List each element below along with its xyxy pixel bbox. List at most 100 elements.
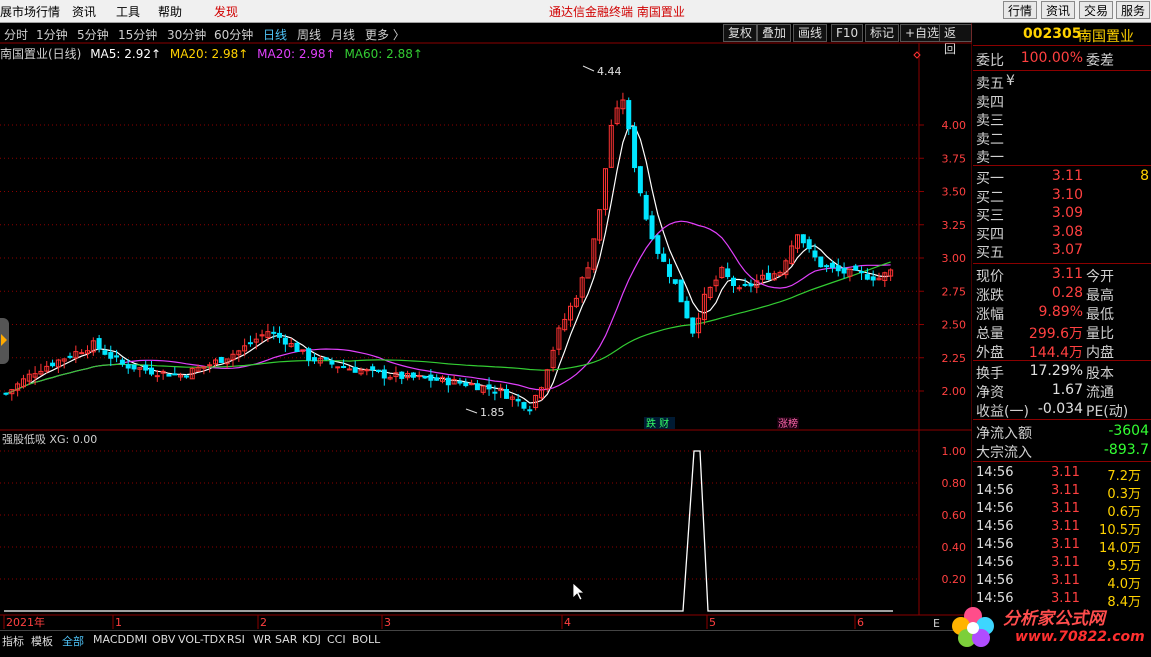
candle-body: [864, 274, 870, 280]
candle-body: [50, 362, 56, 367]
quote-stat-label2: 量比: [1086, 326, 1114, 342]
indicator-tab-1[interactable]: 模板: [31, 633, 53, 649]
buy-level-volume: 8: [1140, 168, 1149, 184]
candle-body: [859, 271, 865, 274]
candle-body: [282, 337, 288, 345]
top-button-news[interactable]: 资讯: [1041, 1, 1076, 19]
quote-stat-label2: 最低: [1086, 307, 1114, 323]
candle-body: [800, 234, 806, 244]
candle-body: [323, 357, 329, 360]
candle-body: [131, 364, 137, 370]
quote-stat-label2: 内盘: [1086, 345, 1114, 361]
candle-body: [399, 371, 405, 379]
event-label-rank[interactable]: 涨榜: [777, 417, 799, 430]
top-button-service[interactable]: 服务: [1116, 1, 1151, 19]
tick-row: 14:56 3.11 14.0万: [973, 537, 1151, 556]
quote-stat-label: 净资: [976, 385, 1004, 401]
indicator-tab-9[interactable]: SAR: [275, 633, 297, 646]
candle-body: [632, 126, 638, 169]
candle-body: [870, 276, 876, 281]
side-expand-handle[interactable]: [0, 318, 9, 364]
candle-body: [748, 283, 754, 287]
sell-level-price: ¥: [1006, 73, 1015, 89]
quote-panel: 002305 南国置业 委比 100.00% 委差 卖五 ¥ 卖四 卖三 卖二 卖一 买一…: [973, 23, 1151, 635]
quote-stat-label2: 股本: [1086, 366, 1114, 382]
fund-flow-label: 净流入额: [976, 426, 1032, 442]
price-axis: 4.00 3.75 3.50 3.25 3.00 2.75 2.50 2.25 2.00: [919, 119, 966, 398]
indicator-tab-12[interactable]: BOLL: [352, 633, 380, 646]
indicator-tab-8[interactable]: WR: [253, 633, 272, 646]
candle-body: [829, 262, 835, 268]
quote-stat-label2: 流通: [1086, 385, 1114, 401]
quote-stat-row: 收益(一) -0.034 PE(动): [973, 401, 1151, 420]
fund-flow-value: -893.7: [1103, 442, 1149, 458]
mouse-cursor-icon: [572, 582, 586, 601]
y-tick-label: 2.75: [942, 285, 967, 298]
site-watermark: 分析家公式网 www.70822.com: [945, 598, 1145, 654]
buy-level-price: 3.09: [1051, 205, 1083, 222]
tick-volume: 7.2万: [1107, 469, 1141, 484]
tick-row: 14:56 3.11 0.6万: [973, 501, 1151, 520]
tick-time: 14:56: [976, 537, 1014, 552]
indicator-tab-2[interactable]: 全部: [62, 633, 84, 649]
indicator-tab-7[interactable]: RSI: [227, 633, 245, 646]
buy-level-label: 买三: [976, 208, 1004, 225]
candle-body: [661, 253, 667, 262]
tick-time: 14:56: [976, 483, 1014, 498]
quote-stat-label: 收益(一): [976, 404, 1029, 420]
candle-body: [731, 277, 736, 286]
price-grid: [0, 124, 919, 392]
candle-body: [346, 368, 352, 371]
candle-body: [841, 267, 847, 274]
candle-body: [341, 366, 347, 369]
chart-canvas[interactable]: 4.00 3.75 3.50 3.25 3.00 2.75 2.50 2.25 2.00 4.4…: [0, 0, 972, 630]
buy-level-label: 买一: [976, 171, 1004, 187]
indicator-tab-bar: 指标 模板 全部 MACD DMI OBV VOL-TDX RSI WR SAR KDJ CCI BOL…: [0, 630, 972, 649]
indicator-tab-10[interactable]: KDJ: [302, 633, 321, 646]
event-label-fin[interactable]: 跌 财: [644, 417, 675, 430]
candle-body: [375, 369, 381, 372]
indicator-tab-11[interactable]: CCI: [327, 633, 346, 646]
quote-stat-label: 外盘: [976, 345, 1004, 361]
top-button-trade[interactable]: 交易: [1079, 1, 1114, 19]
candle-body: [725, 268, 731, 278]
buy-level-label: 买二: [976, 189, 1004, 206]
quote-stat-row: 外盘 144.4万 内盘: [973, 342, 1151, 361]
candle-body: [207, 364, 213, 367]
candle-body: [143, 364, 149, 371]
quote-stat-value: 144.4万: [1028, 345, 1083, 361]
buy-level-label: 买四: [976, 226, 1004, 243]
quote-stat-label2: PE(动): [1086, 404, 1129, 420]
candle-body: [96, 338, 102, 350]
quote-stat-row: 总量 299.6万 量比: [973, 323, 1151, 342]
candle-body: [486, 384, 492, 390]
indicator-tab-3[interactable]: MACD: [93, 633, 126, 646]
y-tick-label: 2.00: [942, 385, 967, 398]
tick-time: 14:56: [976, 573, 1014, 588]
candle-body: [457, 381, 463, 384]
candle-body: [445, 377, 451, 386]
quote-stat-label: 总量: [976, 326, 1004, 342]
candle-body: [311, 357, 317, 362]
tick-price: 3.11: [1051, 483, 1080, 498]
quote-stat-row: 涨跌 0.28 最高: [973, 285, 1151, 304]
tick-volume: 10.5万: [1099, 523, 1141, 538]
indicator-tab-5[interactable]: OBV: [152, 633, 175, 646]
candle-body: [469, 383, 475, 386]
y-tick-label: 3.00: [942, 252, 967, 265]
candle-body: [428, 374, 434, 381]
candle-body: [742, 283, 748, 286]
indicator-tick-label: 0.60: [942, 509, 967, 522]
tick-price: 3.11: [1051, 519, 1080, 534]
tick-volume: 0.6万: [1107, 505, 1141, 520]
stock-name: 南国置业: [1078, 29, 1134, 45]
y-tick-label: 2.25: [942, 352, 967, 365]
date-axis: 2021年 1 2 3 4 5 6: [3, 615, 864, 629]
indicator-tab-6[interactable]: VOL-TDX: [178, 633, 226, 646]
candle-body: [67, 355, 73, 358]
indicator-tab-0[interactable]: 指标: [2, 633, 24, 649]
watermark-url: www.70822.com: [1015, 629, 1145, 645]
top-button-quotes[interactable]: 行情: [1003, 1, 1038, 19]
indicator-tick-label: 0.80: [942, 477, 967, 490]
indicator-tab-4[interactable]: DMI: [126, 633, 147, 646]
